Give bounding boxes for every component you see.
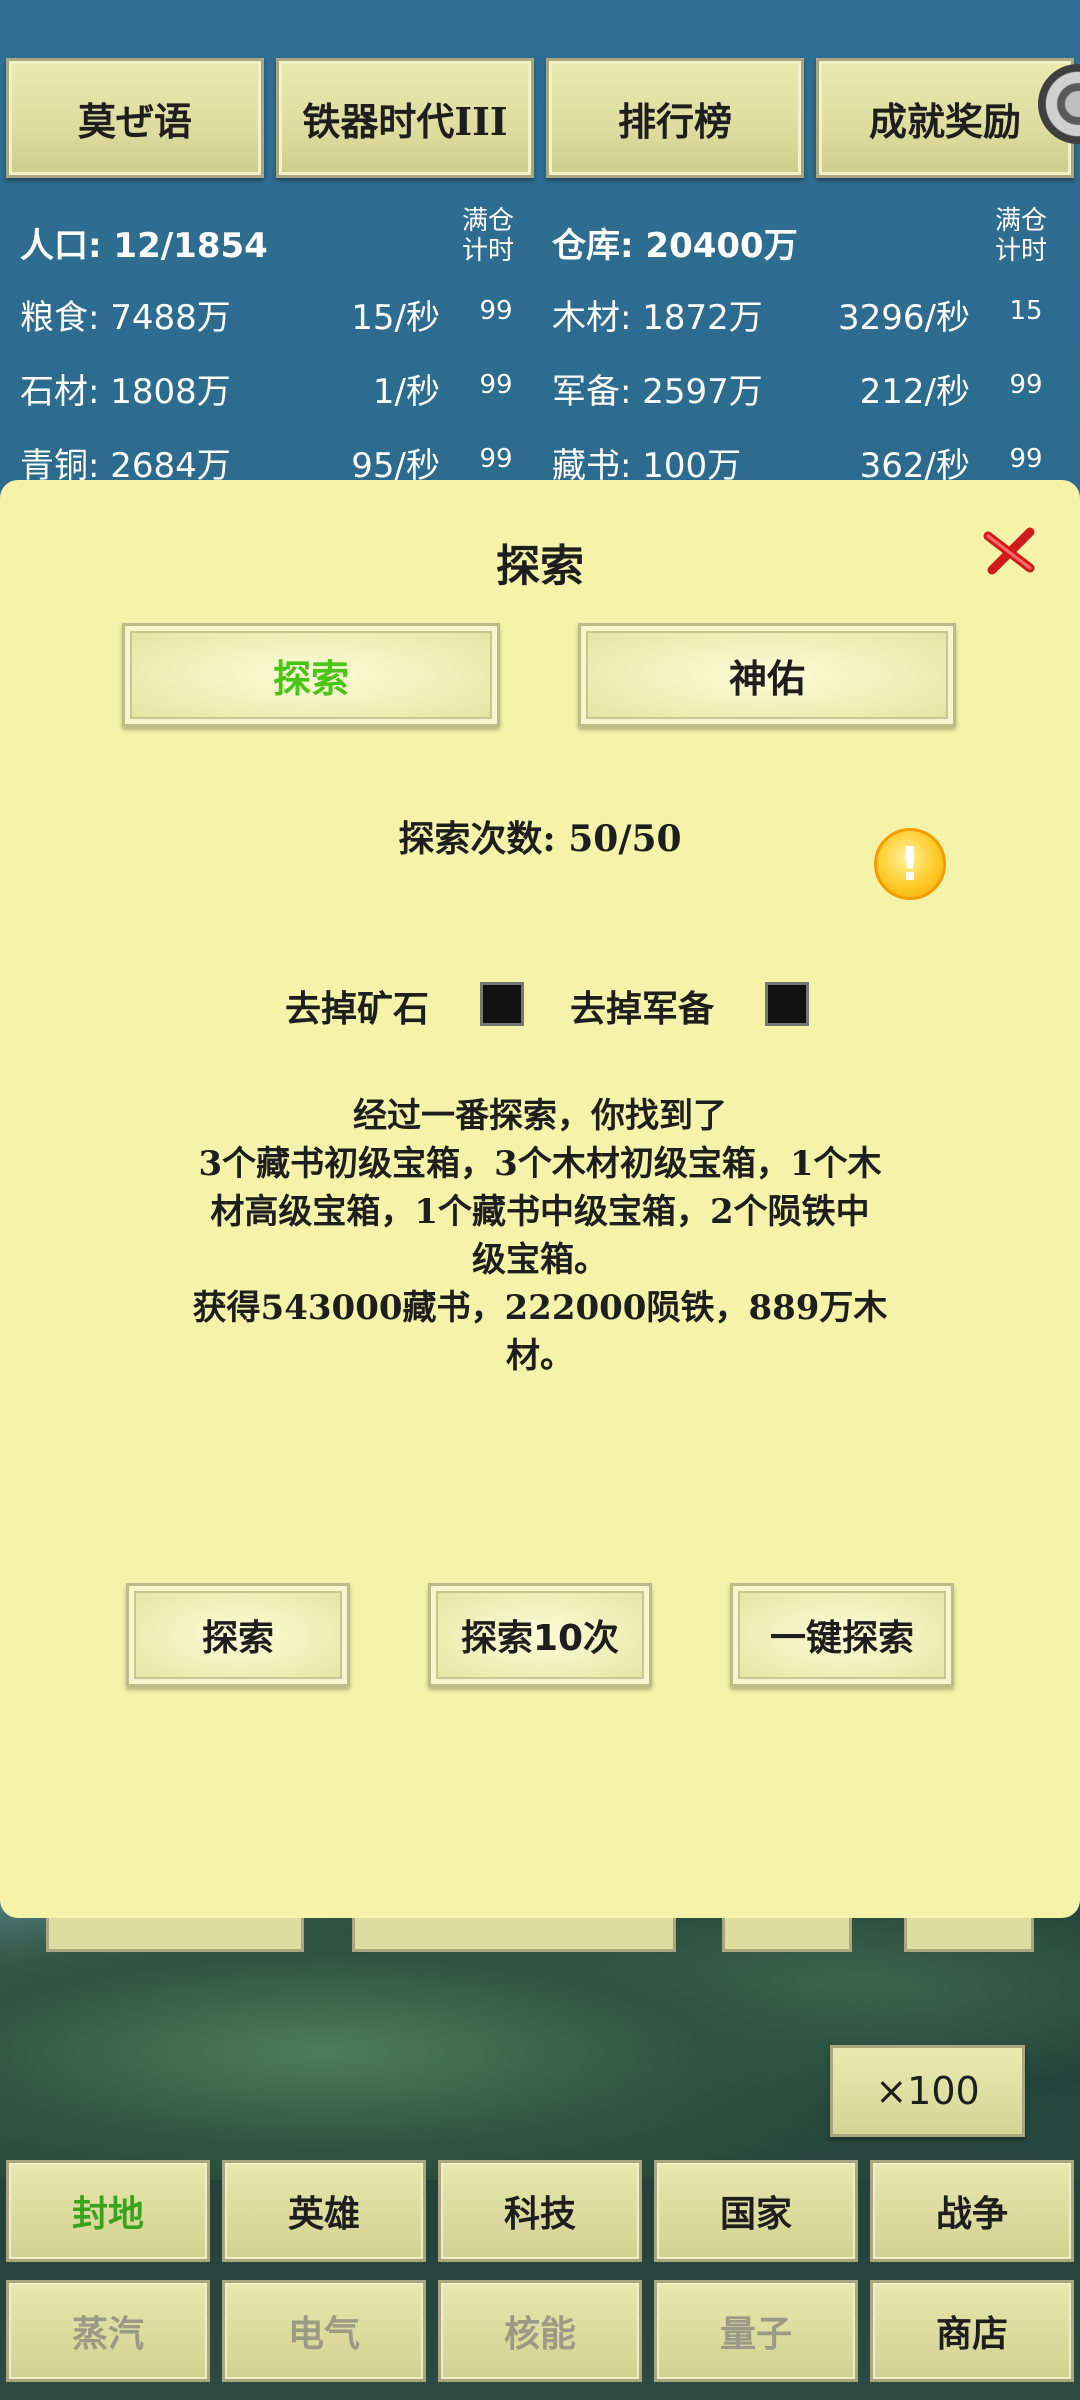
full-timer-header-left: 满仓 计时	[462, 206, 515, 266]
resource-armament-timer: 99	[1009, 370, 1043, 400]
result-line: 3个藏书初级宝箱，3个木材初级宝箱，1个木	[198, 1144, 882, 1184]
result-line: 获得543000藏书，222000陨铁，889万木	[192, 1288, 888, 1328]
resource-bronze-timer: 99	[479, 444, 513, 474]
top-button-language[interactable]: 莫ぜ语	[6, 58, 264, 178]
nav-quantum[interactable]: 量子	[654, 2280, 858, 2382]
result-line: 材高级宝箱，1个藏书中级宝箱，2个陨铁中	[210, 1192, 870, 1232]
explore-ten-button[interactable]: 探索10次	[428, 1583, 652, 1687]
top-button-era[interactable]: 铁器时代III	[276, 58, 534, 178]
nav-nuclear[interactable]: 核能	[438, 2280, 642, 2382]
remove-ore-checkbox[interactable]	[480, 982, 524, 1026]
nav-steam[interactable]: 蒸汽	[6, 2280, 210, 2382]
resource-wood-timer: 15	[1009, 296, 1043, 326]
explore-result-text: 经过一番探索，你找到了 3个藏书初级宝箱，3个木材初级宝箱，1个木 材高级宝箱，…	[120, 1092, 960, 1380]
remove-armament-label: 去掉军备	[570, 988, 715, 1030]
resource-books-timer: 99	[1009, 444, 1043, 474]
resource-armament: 军备: 2597万	[552, 372, 763, 412]
resource-stone-rate: 1/秒	[372, 372, 440, 412]
close-x-icon[interactable]	[980, 522, 1040, 582]
resource-stone: 石材: 1808万	[20, 372, 231, 412]
population-label: 人口: 12/1854	[20, 226, 268, 266]
result-line: 级宝箱。	[472, 1240, 608, 1280]
top-button-achievements[interactable]: 成就奖励	[816, 58, 1074, 178]
resource-armament-rate: 212/秒	[859, 372, 970, 412]
remove-ore-label: 去掉矿石	[285, 988, 430, 1030]
nav-electric[interactable]: 电气	[222, 2280, 426, 2382]
nav-tech[interactable]: 科技	[438, 2160, 642, 2262]
nav-shop[interactable]: 商店	[870, 2280, 1074, 2382]
explore-all-button[interactable]: 一键探索	[730, 1583, 954, 1687]
full-timer-header-right: 满仓 计时	[995, 206, 1048, 266]
explore-once-button[interactable]: 探索	[126, 1583, 350, 1687]
resource-food-timer: 99	[479, 296, 513, 326]
nav-war[interactable]: 战争	[870, 2160, 1074, 2262]
warehouse-label: 仓库: 20400万	[552, 226, 798, 266]
remove-armament-checkbox[interactable]	[765, 982, 809, 1026]
result-line: 材。	[506, 1336, 574, 1376]
result-line: 经过一番探索，你找到了	[353, 1096, 727, 1136]
nav-fief[interactable]: 封地	[6, 2160, 210, 2262]
top-button-leaderboard[interactable]: 排行榜	[546, 58, 804, 178]
resource-wood-rate: 3296/秒	[838, 298, 970, 338]
explore-dialog: 探索 探索 神佑 探索次数: 50/50 ! 去掉矿石 去掉军备 经过一番探索，…	[0, 480, 1080, 1918]
tab-explore[interactable]: 探索	[122, 623, 500, 727]
nav-nation[interactable]: 国家	[654, 2160, 858, 2262]
dialog-title: 探索	[496, 541, 584, 592]
resource-food-rate: 15/秒	[351, 298, 440, 338]
tab-blessing[interactable]: 神佑	[578, 623, 956, 727]
resource-stone-timer: 99	[479, 370, 513, 400]
resource-wood: 木材: 1872万	[552, 298, 763, 338]
multiplier-button[interactable]: ×100	[830, 2045, 1025, 2137]
resource-food: 粮食: 7488万	[20, 298, 231, 338]
exclamation-circle-icon[interactable]: !	[874, 828, 946, 900]
nav-heroes[interactable]: 英雄	[222, 2160, 426, 2262]
